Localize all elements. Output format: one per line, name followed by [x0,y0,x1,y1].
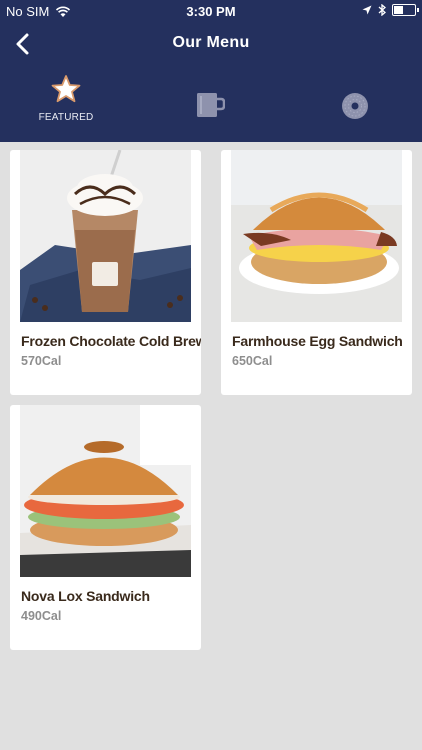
menu-item-card[interactable]: Nova Lox Sandwich 490Cal [10,405,201,650]
item-calories: 490Cal [21,609,62,623]
bluetooth-icon [378,4,386,16]
star-icon [51,75,81,103]
status-time: 3:30 PM [186,4,236,19]
location-arrow-icon [362,5,372,15]
item-calories: 570Cal [21,354,62,368]
status-bar: No SIM 3:30 PM [0,0,422,24]
item-name: Nova Lox Sandwich [21,588,150,604]
lox-sandwich-image [20,405,191,577]
app-header: No SIM 3:30 PM Our Menu FEATURED [0,0,422,142]
bagel-icon [342,93,368,119]
item-calories: 650Cal [232,354,273,368]
nav-bar: Our Menu [0,24,422,64]
frozen-drink-image [20,150,191,322]
item-name: Farmhouse Egg Sandwich [232,333,403,349]
battery-icon [392,4,419,16]
tab-bagels[interactable] [305,66,405,136]
tab-featured[interactable]: FEATURED [16,66,116,136]
coffee-cup-icon [197,93,225,117]
egg-sandwich-image [231,150,402,322]
item-name: Frozen Chocolate Cold Brew [21,333,201,349]
tab-drinks[interactable] [160,66,260,136]
category-tabs: FEATURED [0,66,422,136]
menu-item-card[interactable]: Farmhouse Egg Sandwich 650Cal [221,150,412,395]
menu-item-card[interactable]: Frozen Chocolate Cold Brew 570Cal [10,150,201,395]
page-title: Our Menu [172,34,250,51]
tab-featured-label: FEATURED [38,112,94,123]
